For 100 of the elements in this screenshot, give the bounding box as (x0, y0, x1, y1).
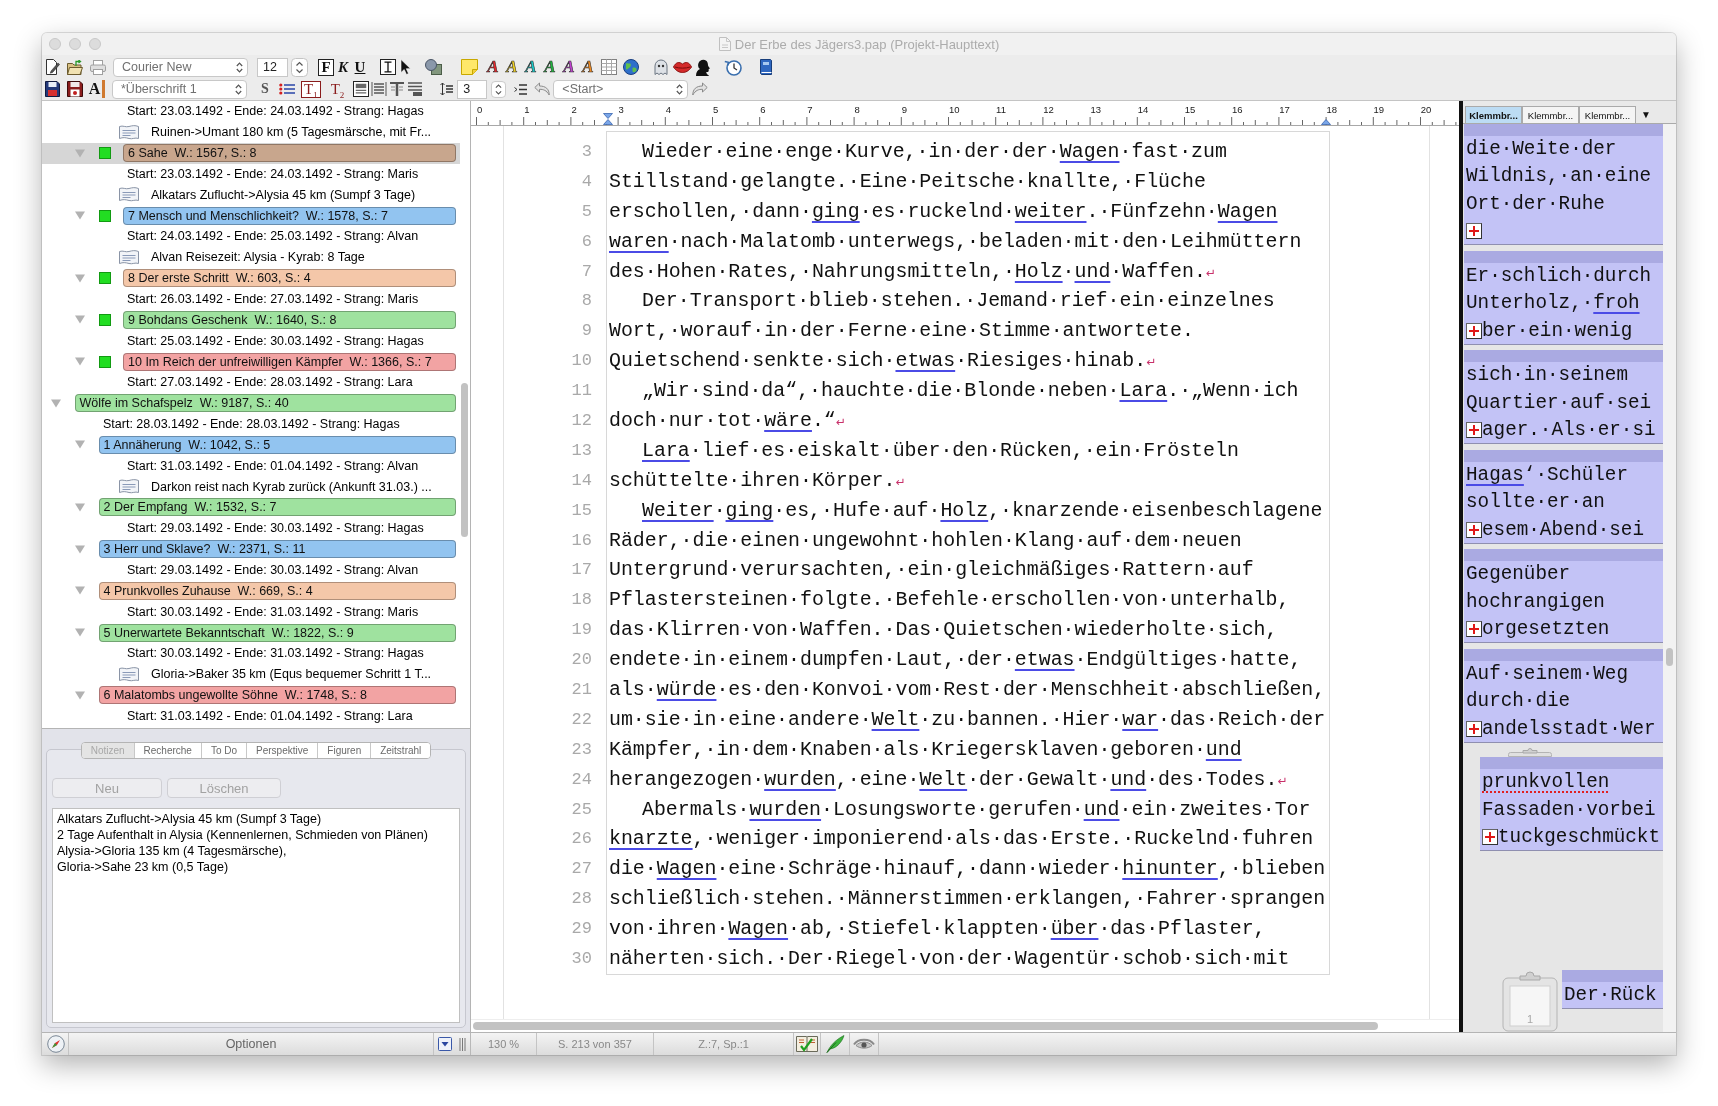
chapter-bar[interactable]: 2 Der Empfang W.: 1532, S.: 7 (98, 498, 456, 517)
date-range-text[interactable]: Start: 29.03.1492 - Ende: 30.03.1492 - Strang: Hagas (127, 521, 424, 536)
add-button[interactable] (1466, 223, 1482, 240)
date-range-text[interactable]: Start: 23.03.1492 - Ende: 24.03.1492 - Strang: Maris (127, 166, 419, 181)
clipboard-card[interactable]: prunkvollen Fassaden·vorbei tuckgeschmückt (1480, 757, 1663, 851)
clipboard-card[interactable]: Hagas‘·Schüler sollte·er·an esem·Abend·sei (1464, 449, 1663, 544)
add-button[interactable] (1482, 829, 1498, 845)
paragraph-style-select[interactable]: *Überschrift 1 (112, 79, 247, 99)
grip-icon[interactable] (459, 1037, 466, 1051)
underline-button[interactable]: U (352, 58, 368, 76)
indent-marker-icon[interactable] (1321, 119, 1331, 125)
options-button[interactable]: Optionen (68, 1033, 434, 1055)
feather-icon[interactable] (825, 1035, 845, 1053)
date-range-text[interactable]: Start: 24.03.1492 - Ende: 25.03.1492 - Strang: Alvan (127, 229, 419, 244)
note-text[interactable]: Alkatars Zuflucht->Alysia 45 km (Sumpf 3 Tage) (151, 187, 416, 202)
stepper-icon[interactable] (491, 79, 507, 99)
paragraph-layout-icon[interactable] (407, 81, 424, 97)
chapter-bar[interactable]: 10 Im Reich der unfreiwilligen Kämpfer W.: 1366, S.: 7 (123, 352, 456, 371)
chapter-bar[interactable]: 5 Unerwartete Bekanntschaft W.: 1822, S.: 9 (98, 623, 456, 642)
date-range-text[interactable]: Start: 30.03.1492 - Ende: 31.03.1492 - Strang: Maris (127, 604, 419, 619)
date-range-text[interactable]: Start: 23.03.1492 - Ende: 24.03.1492 - Strang: Hagas (127, 104, 424, 119)
scrollbar-thumb[interactable] (473, 1022, 1378, 1030)
open-folder-icon[interactable] (67, 59, 83, 75)
font-size-field[interactable]: 12 (257, 57, 288, 77)
text-cursor-icon[interactable] (380, 59, 396, 75)
clipboard-card[interactable]: Er·schlich·durch Unterholz,·froh ber·ein·wenig (1464, 250, 1663, 345)
clipboard-card[interactable]: Der·Rück (1562, 970, 1663, 1009)
paragraph-layout-icon[interactable] (353, 81, 370, 97)
add-button[interactable] (1466, 422, 1482, 439)
chapter-bar[interactable]: 8 Der erste Schritt W.: 603, S.: 4 (123, 269, 456, 288)
chapter-bar[interactable]: 6 Malatombs ungewollte Söhne W.: 1748, S.: 8 (98, 686, 456, 705)
clipboard-tab[interactable]: Klemmbr... (1465, 106, 1522, 123)
text-level-button[interactable]: T$_{2}$ (327, 80, 348, 98)
table-icon[interactable] (601, 59, 617, 75)
add-button[interactable] (1466, 521, 1482, 538)
date-range-text[interactable]: Start: 31.03.1492 - Ende: 01.04.1492 - Strang: Lara (127, 708, 413, 723)
pointer-icon[interactable] (400, 59, 412, 75)
position-select[interactable]: <Start> (553, 79, 689, 99)
text-style-button[interactable]: A (87, 80, 105, 98)
italic-button[interactable]: K (335, 58, 351, 76)
bulleted-list-icon[interactable] (279, 83, 295, 95)
clipboard-tab[interactable]: Klemmbr... (1522, 106, 1579, 123)
clock-icon[interactable] (724, 58, 742, 76)
tab-menu-button[interactable]: ▼ (1636, 106, 1656, 123)
date-range-text[interactable]: Start: 30.03.1492 - Ende: 31.03.1492 - Strang: Hagas (127, 646, 424, 661)
chapter-bar[interactable]: 7 Mensch und Menschlichkeit? W.: 1578, S.: 7 (123, 206, 456, 225)
eye-icon[interactable] (853, 1036, 875, 1052)
shapes-icon[interactable] (425, 59, 442, 75)
printer-icon[interactable] (90, 59, 106, 75)
selected-row[interactable]: 6 Sahe W.: 1567, S.: 8 (42, 142, 460, 164)
spell-check-book-icon[interactable] (796, 1035, 818, 1053)
note-text[interactable]: Ruinen->Umant 180 km (5 Tagesmärsche, mit Fr... (151, 125, 432, 140)
chapter-bar[interactable]: 1 Annäherung W.: 1042, S.: 5 (98, 435, 456, 454)
font-select[interactable]: Courier New (113, 57, 248, 77)
scrollbar-thumb[interactable] (1666, 648, 1673, 666)
highlight-button[interactable]: A (484, 58, 502, 76)
add-button[interactable] (1466, 720, 1482, 737)
bold-button[interactable]: F (318, 58, 334, 76)
globe-icon[interactable] (623, 59, 639, 75)
line-spacing-field[interactable]: 3 (457, 79, 488, 99)
highlight-button[interactable]: A (560, 58, 578, 76)
date-range-text[interactable]: Start: 25.03.1492 - Ende: 30.03.1492 - Strang: Hagas (127, 333, 424, 348)
chapter-bar[interactable]: 4 Prunkvolles Zuhause W.: 669, S.: 4 (98, 581, 456, 600)
compass-icon[interactable] (47, 1035, 65, 1053)
stepper-icon[interactable] (291, 57, 308, 77)
clipboard-card[interactable]: Gegenüber hochrangigen orgesetzten (1464, 549, 1663, 644)
chapter-bar[interactable]: 6 Sahe W.: 1567, S.: 8 (123, 144, 456, 163)
note-text[interactable]: Gloria->Baker 35 km (Equs bequemer Schritt 1 T... (151, 667, 432, 682)
clipboard-card[interactable]: die·Weite·der Wildnis,·an·eine Ort·der·Ruhe (1464, 124, 1663, 246)
redo-icon[interactable] (692, 82, 709, 96)
silhouette-icon[interactable] (694, 58, 712, 76)
paragraph-layout-icon[interactable] (389, 81, 406, 97)
date-range-text[interactable]: Start: 31.03.1492 - Ende: 01.04.1492 - Strang: Alvan (127, 458, 419, 473)
clipboard-card[interactable]: sich·in·seinem Quartier·auf·sei ager.·Als·er·si (1464, 350, 1663, 445)
scrollbar-thumb[interactable] (461, 383, 468, 537)
clipboard-tab[interactable]: Klemmbr... (1579, 106, 1636, 123)
note-text[interactable]: Darkon reist nach Kyrab zurück (Ankunft 31.03.) ... (151, 479, 432, 494)
chapter-bar[interactable]: 3 Herr und Sklave? W.: 2371, S.: 11 (98, 540, 456, 559)
book-icon[interactable] (758, 59, 774, 75)
list-indent-icon[interactable] (514, 82, 528, 96)
undo-icon[interactable] (534, 82, 551, 96)
lips-icon[interactable] (673, 61, 692, 73)
new-document-icon[interactable] (45, 59, 60, 75)
indent-marker-icon[interactable] (603, 113, 613, 125)
dropdown-icon[interactable] (438, 1037, 452, 1051)
part-bar[interactable]: Wölfe im Schafspelz W.: 9187, S.: 40 (74, 394, 456, 413)
note-text[interactable]: Alvan Reisezeit: Alysia - Kyrab: 8 Tage (151, 250, 365, 265)
segmented-control[interactable]: Notizen Recherche To Do Perspektive Figuren Zeitstrahl (80, 742, 432, 759)
ghost-icon[interactable] (653, 59, 669, 75)
line-spacing-icon[interactable] (440, 82, 454, 96)
add-button[interactable] (1466, 621, 1482, 638)
notes-text-area[interactable]: Alkatars Zuflucht->Alysia 45 km (Sumpf 3 Tage) 2 Tage Aufenthalt in Alysia (Kennenlernen, Schmieden von Plänen) Alysia->Gloria 135 km (4 Tagesmärsche), Gloria->Sahe 23 km (0,5 Tage) (52, 808, 460, 1023)
date-range-text[interactable]: Start: 27.03.1492 - Ende: 28.03.1492 - Strang: Lara (127, 375, 413, 390)
highlight-button[interactable]: A (541, 58, 559, 76)
date-range-text[interactable]: Start: 28.03.1492 - Ende: 28.03.1492 - Strang: Hagas (103, 417, 400, 432)
chapter-bar[interactable]: 9 Bohdans Geschenk W.: 1640, S.: 8 (123, 310, 456, 329)
clipboard-card[interactable]: Auf·seinem·Weg durch·die andelsstadt·Wer (1464, 648, 1663, 743)
s-format-button[interactable]: S (260, 80, 270, 98)
highlight-button[interactable]: A (579, 58, 597, 76)
date-range-text[interactable]: Start: 29.03.1492 - Ende: 30.03.1492 - Strang: Alvan (127, 563, 419, 577)
